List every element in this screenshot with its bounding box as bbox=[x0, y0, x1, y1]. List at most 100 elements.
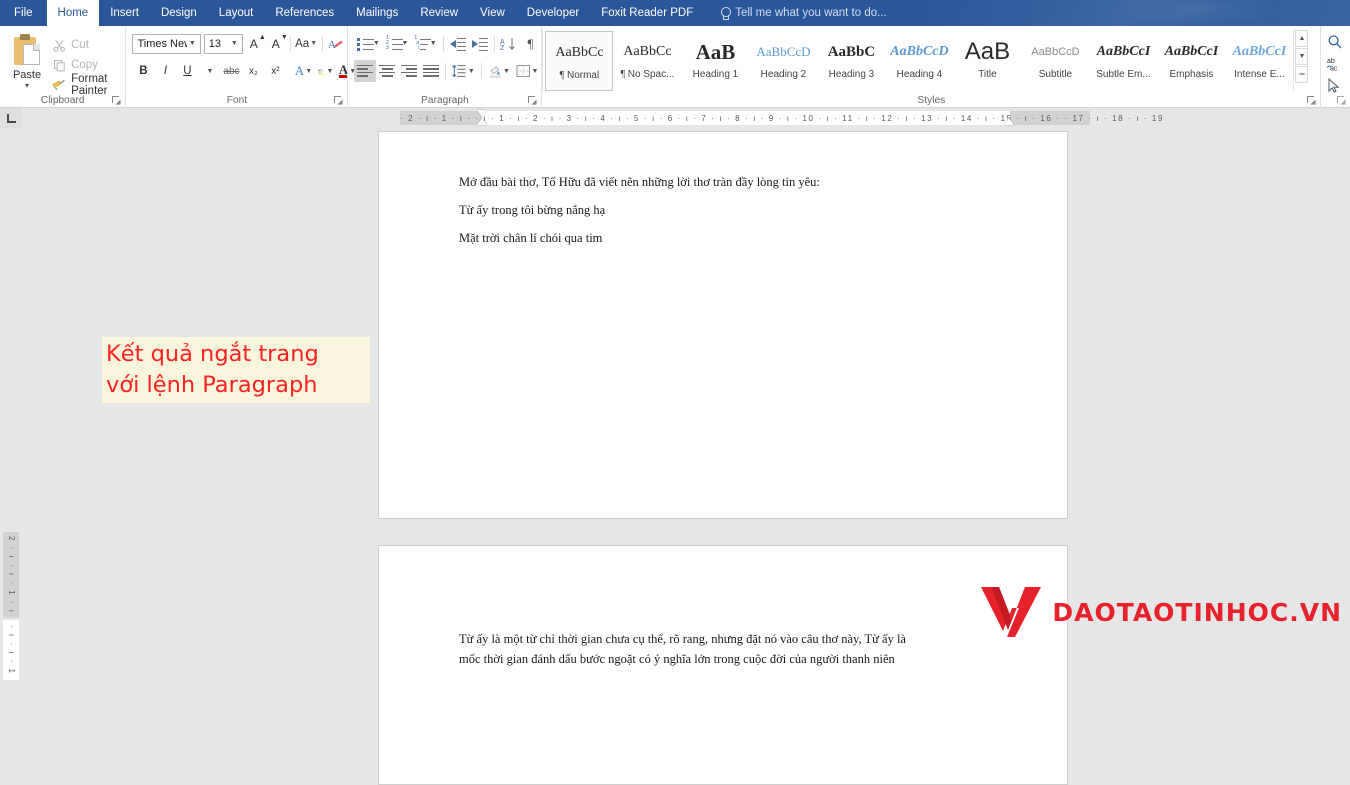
styles-scroll-down-button[interactable]: ▼ bbox=[1295, 48, 1309, 65]
style-item-no-spacing[interactable]: AaBbCc ¶ No Spac... bbox=[613, 31, 681, 91]
style-item-heading-4[interactable]: AaBbCcD Heading 4 bbox=[885, 31, 953, 91]
show-formatting-marks-button[interactable]: ¶ bbox=[519, 33, 541, 55]
strikethrough-button[interactable]: abc bbox=[220, 60, 242, 82]
copy-button[interactable]: Copy bbox=[48, 55, 125, 75]
copy-icon bbox=[52, 58, 66, 72]
italic-button[interactable]: I bbox=[154, 60, 176, 82]
style-item-heading-1[interactable]: AaB Heading 1 bbox=[681, 31, 749, 91]
ribbon-tab-view[interactable]: View bbox=[469, 0, 516, 26]
align-center-button[interactable] bbox=[376, 60, 398, 82]
ribbon-tab-developer[interactable]: Developer bbox=[516, 0, 590, 26]
ruler-row: · 2 · ı · 1 · ı · · ı · 1 · ı · 2 · ı · … bbox=[0, 108, 1350, 128]
copy-label: Copy bbox=[71, 59, 98, 71]
style-item-subtitle[interactable]: AaBbCcD Subtitle bbox=[1021, 31, 1089, 91]
align-left-icon bbox=[357, 64, 374, 78]
first-line-indent-marker[interactable] bbox=[477, 110, 487, 117]
paragraph-dialog-launcher[interactable] bbox=[528, 96, 538, 105]
bullets-button[interactable]: ▼ bbox=[354, 33, 382, 55]
align-right-button[interactable] bbox=[398, 60, 420, 82]
font-size-combobox[interactable]: 13 ▼ bbox=[203, 33, 243, 54]
bold-button[interactable]: B bbox=[132, 60, 154, 82]
ruler-tick-labels: · 2 · ı · 1 · ı · · ı · 1 · ı · 2 · ı · … bbox=[400, 113, 1165, 123]
cut-button[interactable]: Cut bbox=[48, 35, 125, 55]
shrink-font-button[interactable]: A ▼ bbox=[265, 33, 288, 55]
line-spacing-button[interactable]: ▼ bbox=[449, 60, 477, 82]
subscript-button[interactable]: x₂ bbox=[242, 60, 264, 82]
format-painter-button[interactable]: Format Painter bbox=[48, 73, 125, 97]
shading-button[interactable]: ▼ bbox=[485, 60, 513, 82]
ribbon-tab-insert[interactable]: Insert bbox=[99, 0, 150, 26]
right-indent-marker[interactable] bbox=[1004, 118, 1014, 125]
style-preview: AaBbCcI bbox=[1164, 44, 1219, 59]
style-name: Subtitle bbox=[1038, 69, 1073, 80]
decrease-indent-button[interactable] bbox=[447, 33, 469, 55]
styles-more-button[interactable]: ═ bbox=[1295, 66, 1309, 83]
horizontal-ruler[interactable]: · 2 · ı · 1 · ı · · ı · 1 · ı · 2 · ı · … bbox=[22, 108, 1350, 128]
document-line: mốc thời gian đánh dấu bước ngoặt có ý n… bbox=[459, 652, 895, 666]
ribbon-tab-bar: File Home Insert Design Layout Reference… bbox=[0, 0, 1350, 32]
superscript-button[interactable]: x² bbox=[264, 60, 286, 82]
find-button[interactable] bbox=[1327, 33, 1350, 55]
styles-gallery[interactable]: AaBbCc ¶ Normal AaBbCc ¶ No Spac... AaB … bbox=[542, 29, 1295, 91]
change-case-button[interactable]: Aa ▼ bbox=[294, 33, 319, 55]
style-item-emphasis[interactable]: AaBbCcI Emphasis bbox=[1157, 31, 1225, 91]
ribbon-tab-mailings[interactable]: Mailings bbox=[345, 0, 409, 26]
chevron-down-icon[interactable]: ▾ bbox=[25, 82, 29, 90]
font-size-value: 13 bbox=[208, 37, 221, 50]
vertical-ruler[interactable]: 2 · ı · ı · 1 · ı · ı · · ı · ı · 1 bbox=[0, 128, 22, 680]
style-item-heading-2[interactable]: AaBbCcD Heading 2 bbox=[749, 31, 817, 91]
chevron-down-icon: ▼ bbox=[310, 40, 318, 47]
multilevel-list-button[interactable]: 1ai ▼ bbox=[411, 33, 439, 55]
chevron-down-icon: ▼ bbox=[503, 67, 511, 75]
tell-me-search[interactable]: Tell me what you want to do... bbox=[720, 0, 887, 26]
style-item-title[interactable]: AaB Title bbox=[953, 31, 1021, 91]
underline-dropdown[interactable]: ▼ bbox=[198, 60, 220, 82]
shrink-font-label: A bbox=[271, 36, 280, 51]
document-line: Từ ấy là một từ chỉ thời gian chưa cụ th… bbox=[459, 632, 906, 646]
font-name-combobox[interactable]: Times New Ro ▼ bbox=[132, 33, 201, 54]
ribbon-tab-foxit-reader-pdf[interactable]: Foxit Reader PDF bbox=[590, 0, 704, 26]
decrease-indent-icon bbox=[449, 37, 466, 51]
style-item-intense-emphasis[interactable]: AaBbCcI Intense E... bbox=[1225, 31, 1293, 91]
ribbon-tab-references[interactable]: References bbox=[264, 0, 345, 26]
hanging-indent-marker[interactable] bbox=[477, 118, 487, 125]
chevron-down-icon: ▼ bbox=[467, 67, 475, 75]
grow-font-button[interactable]: A ▲ bbox=[243, 33, 266, 55]
sort-button[interactable]: AZ bbox=[497, 33, 519, 55]
styles-dialog-launcher[interactable] bbox=[1307, 96, 1317, 105]
font-dialog-launcher[interactable] bbox=[334, 96, 344, 105]
style-item-subtle-emphasis[interactable]: AaBbCcI Subtle Em... bbox=[1089, 31, 1157, 91]
bullet-list-icon bbox=[357, 37, 375, 51]
style-item-normal[interactable]: AaBbCc ¶ Normal bbox=[545, 31, 614, 91]
tab-stop-selector[interactable] bbox=[0, 108, 22, 128]
text-highlight-button[interactable]: ab ▼ bbox=[314, 60, 336, 82]
replace-button[interactable]: ab ac bbox=[1327, 55, 1350, 77]
paste-button[interactable]: Paste ▾ bbox=[6, 31, 48, 95]
ribbon-tab-layout[interactable]: Layout bbox=[208, 0, 265, 26]
document-page-1[interactable]: Mở đầu bài thơ, Tố Hữu đã viết nên những… bbox=[378, 131, 1068, 519]
chevron-down-icon: ▼ bbox=[305, 67, 313, 75]
align-left-button[interactable] bbox=[354, 60, 377, 82]
text-effects-button[interactable]: A ▼ bbox=[292, 60, 314, 82]
clipboard-dialog-launcher[interactable] bbox=[112, 96, 122, 105]
clear-formatting-button[interactable]: A bbox=[325, 33, 347, 55]
borders-button[interactable]: ▼ bbox=[513, 60, 541, 82]
chevron-down-icon: ▼ bbox=[206, 67, 214, 75]
strikethrough-label: abc bbox=[223, 65, 240, 77]
numbering-button[interactable]: 123 ▼ bbox=[383, 33, 411, 55]
superscript-label: x² bbox=[271, 65, 280, 77]
document-page-2[interactable]: Từ ấy là một từ chỉ thời gian chưa cụ th… bbox=[378, 545, 1068, 785]
underline-button[interactable]: U bbox=[176, 60, 198, 82]
style-item-heading-3[interactable]: AaBbC Heading 3 bbox=[817, 31, 885, 91]
increase-indent-button[interactable] bbox=[469, 33, 491, 55]
style-name: Title bbox=[978, 69, 997, 80]
annotation-line-2: với lệnh Paragraph bbox=[106, 372, 318, 398]
ribbon-tab-design[interactable]: Design bbox=[150, 0, 208, 26]
styles-gallery-scroll[interactable]: ▲ ▼ ═ bbox=[1295, 30, 1309, 83]
ribbon-tab-file[interactable]: File bbox=[0, 0, 47, 26]
justify-button[interactable] bbox=[420, 60, 442, 82]
ribbon-tab-home[interactable]: Home bbox=[46, 0, 100, 26]
styles-scroll-up-button[interactable]: ▲ bbox=[1295, 30, 1309, 47]
ribbon-tab-review[interactable]: Review bbox=[409, 0, 469, 26]
bold-label: B bbox=[139, 65, 148, 77]
